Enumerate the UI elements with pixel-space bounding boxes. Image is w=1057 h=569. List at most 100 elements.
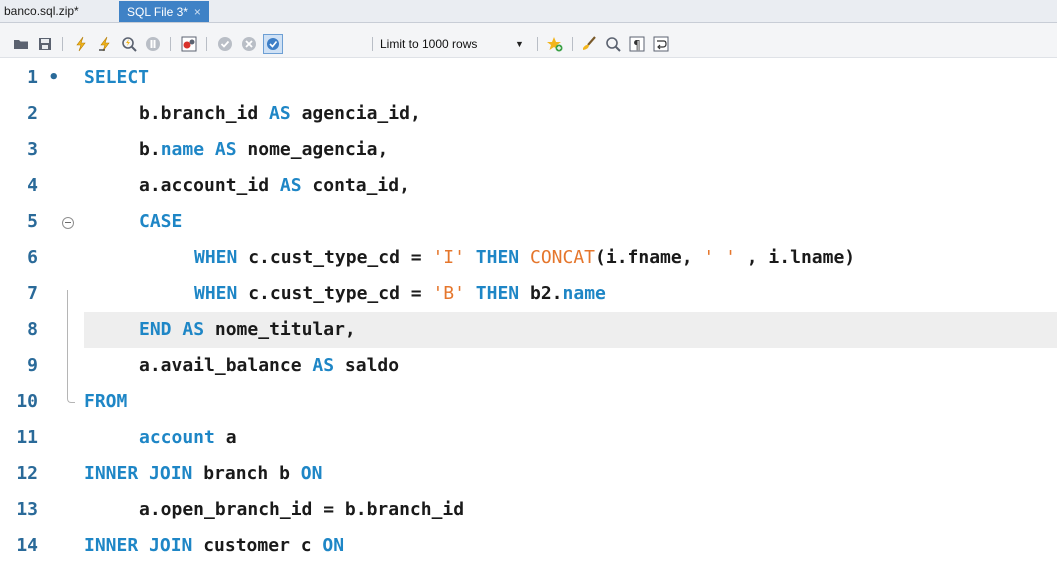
limit-rows-select[interactable]: Limit to 1000 rows ▼	[380, 35, 530, 53]
code-token: a.open_branch_id = b.branch_id	[139, 499, 465, 520]
code-token: customer c	[192, 535, 323, 556]
rollback-icon[interactable]	[240, 35, 258, 53]
code-line[interactable]: 10 FROM	[0, 384, 1057, 420]
stop-icon[interactable]	[144, 35, 162, 53]
code-line[interactable]: 7 WHEN c.cust_type_cd = 'B' THEN b2.name	[0, 276, 1057, 312]
code-text: END AS nome_titular,	[139, 312, 356, 348]
line-number: 7	[27, 283, 38, 304]
code-text: WHEN c.cust_type_cd = 'I' THEN CONCAT(i.…	[194, 240, 855, 276]
code-text: a.open_branch_id = b.branch_id	[139, 492, 464, 528]
line-number: 13	[16, 499, 38, 520]
line-number: 3	[27, 139, 38, 160]
code-text: b.name AS nome_agencia,	[139, 132, 388, 168]
line-number: 11	[16, 427, 38, 448]
find-icon[interactable]	[604, 35, 622, 53]
code-text: WHEN c.cust_type_cd = 'B' THEN b2.name	[194, 276, 606, 312]
code-token: b.branch_id	[139, 103, 270, 124]
code-text: INNER JOIN branch b ON	[84, 456, 322, 492]
toggle-error-icon[interactable]	[180, 35, 198, 53]
code-token: 'B'	[432, 283, 465, 304]
tab-sql-file-3[interactable]: SQL File 3* ×	[119, 1, 209, 22]
commit-icon[interactable]	[216, 35, 234, 53]
code-token: ' '	[703, 247, 736, 268]
code-text: CASE	[139, 204, 182, 240]
line-number: 9	[27, 355, 38, 376]
open-folder-icon[interactable]	[12, 35, 30, 53]
code-line[interactable]: 2 b.branch_id AS agencia_id,	[0, 96, 1057, 132]
code-text: SELECT	[84, 60, 149, 96]
toolbar-separator	[62, 37, 63, 51]
code-token: 'I'	[432, 247, 465, 268]
explain-icon[interactable]	[120, 35, 138, 53]
line-number: 10	[16, 391, 38, 412]
code-token: agencia_id,	[290, 103, 421, 124]
toolbar-separator	[206, 37, 207, 51]
code-line[interactable]: 6 WHEN c.cust_type_cd = 'I' THEN CONCAT(i…	[0, 240, 1057, 276]
code-token: END	[139, 319, 172, 340]
code-line[interactable]: 1 • SELECT	[0, 60, 1057, 96]
code-token: name	[562, 283, 606, 304]
add-snippet-icon[interactable]	[546, 35, 564, 53]
code-token: ON	[322, 535, 345, 556]
limit-rows-value: Limit to 1000 rows	[380, 37, 478, 51]
code-token: account	[139, 427, 215, 448]
tab-banco-sql-zip[interactable]: banco.sql.zip*	[4, 1, 79, 21]
sql-code-editor[interactable]: 1 • SELECT 2 b.branch_id AS agencia_id, 3 b.na…	[0, 60, 1057, 569]
fold-collapse-icon[interactable]	[62, 217, 74, 229]
code-line[interactable]: 3 b.name AS nome_agencia,	[0, 132, 1057, 168]
execute-icon[interactable]	[72, 35, 90, 53]
code-line[interactable]: 14 INNER JOIN customer c ON	[0, 528, 1057, 564]
code-token: SELECT	[84, 67, 150, 88]
toolbar-separator	[372, 37, 373, 51]
invisible-chars-icon[interactable]: ¶	[628, 35, 646, 53]
code-token: AS	[214, 139, 237, 160]
toolbar-separator	[170, 37, 171, 51]
code-token: WHEN	[194, 283, 238, 304]
code-token: INNER JOIN	[84, 535, 193, 556]
execute-current-icon[interactable]	[96, 35, 114, 53]
line-number: 4	[27, 175, 38, 196]
code-text: a.avail_balance AS saldo	[139, 348, 399, 384]
code-line[interactable]: 4 a.account_id AS conta_id,	[0, 168, 1057, 204]
code-text: INNER JOIN customer c ON	[84, 528, 344, 564]
code-line[interactable]: 8 END AS nome_titular,	[0, 312, 1057, 348]
close-icon[interactable]: ×	[194, 6, 201, 18]
statement-marker-icon: •	[48, 67, 60, 88]
code-token: b.	[139, 139, 161, 160]
line-number: 5	[27, 211, 38, 232]
toolbar-separator	[537, 37, 538, 51]
code-text: a.account_id AS conta_id,	[139, 168, 410, 204]
code-token: AS	[269, 103, 291, 124]
code-token: WHEN	[194, 247, 238, 268]
code-token: INNER JOIN	[84, 463, 193, 484]
code-token: THEN	[475, 283, 520, 304]
code-token: branch b	[192, 463, 301, 484]
code-token: nome_titular,	[204, 319, 356, 340]
code-line[interactable]: 11 account a	[0, 420, 1057, 456]
code-line[interactable]: 12 INNER JOIN branch b ON	[0, 456, 1057, 492]
line-number: 8	[27, 319, 38, 340]
code-line[interactable]: 5 CASE	[0, 204, 1057, 240]
code-token: c.cust_type_cd =	[237, 283, 433, 304]
tab-bar: banco.sql.zip* SQL File 3* ×	[0, 0, 1057, 23]
save-icon[interactable]	[36, 35, 54, 53]
svg-text:¶: ¶	[633, 38, 641, 52]
code-line[interactable]: 9 a.avail_balance AS saldo	[0, 348, 1057, 384]
beautify-icon[interactable]	[580, 35, 598, 53]
line-number: 6	[27, 247, 38, 268]
tab-label: SQL File 3*	[127, 4, 188, 19]
wrap-icon[interactable]	[652, 35, 670, 53]
code-token: AS	[182, 319, 205, 340]
code-line[interactable]: 13 a.open_branch_id = b.branch_id	[0, 492, 1057, 528]
code-text: account a	[139, 420, 237, 456]
autocommit-icon[interactable]	[263, 34, 283, 54]
code-token: AS	[312, 355, 335, 376]
code-token: (i.fname,	[595, 247, 704, 268]
line-number: 14	[16, 535, 38, 556]
tab-label: banco.sql.zip*	[4, 4, 79, 18]
code-token: THEN	[475, 247, 520, 268]
